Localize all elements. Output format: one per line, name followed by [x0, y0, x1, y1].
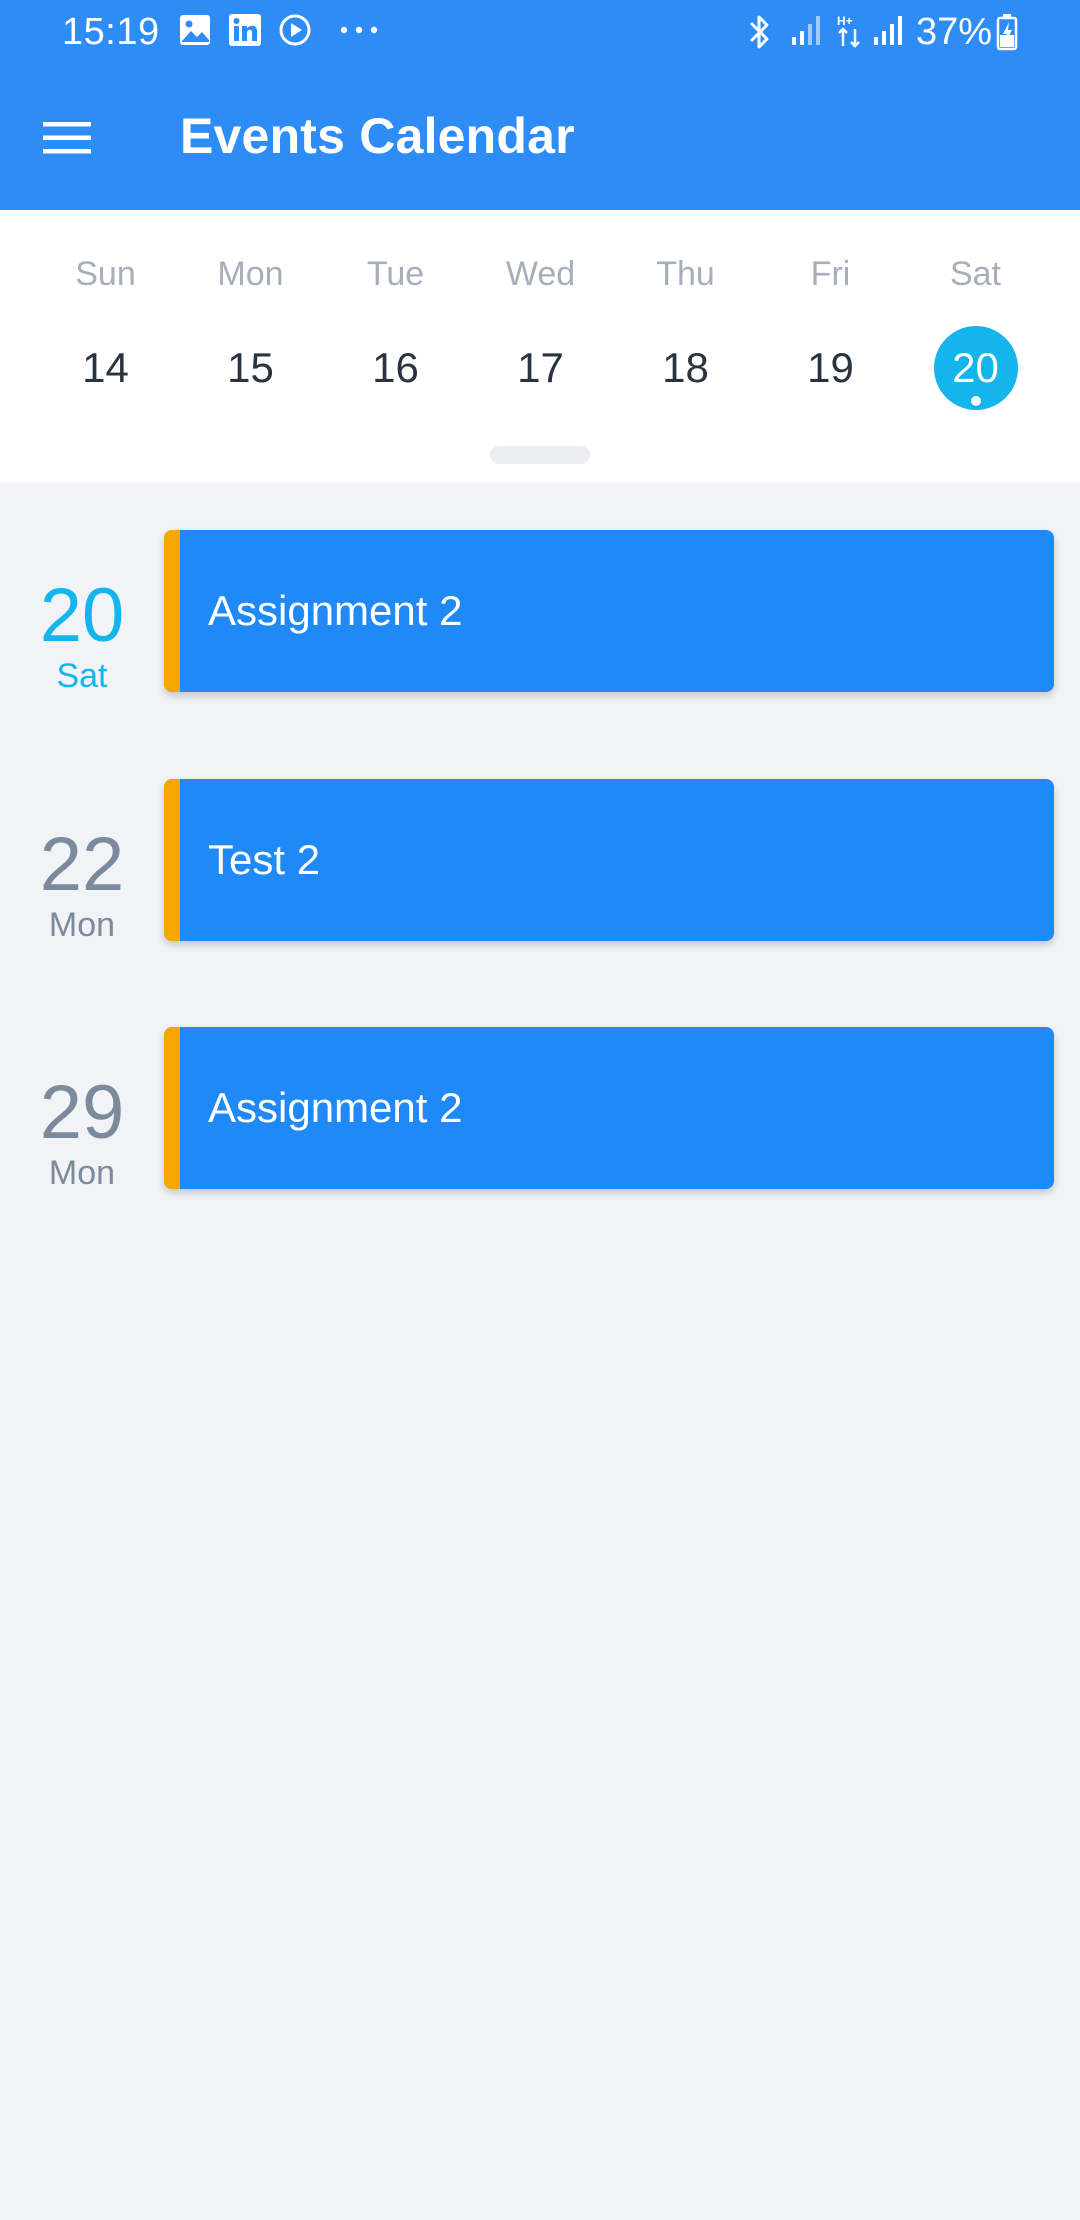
agenda-date-day: Mon: [48, 1154, 116, 1192]
event-title: Assignment 2: [208, 1084, 463, 1131]
event-accent-bar: [164, 1027, 180, 1189]
day-sun[interactable]: Sun 14: [33, 210, 178, 450]
agenda-row: 22 Mon Test 2: [0, 779, 1080, 944]
agenda-date: 20 Sat: [12, 576, 152, 696]
agenda-row: 20 Sat Assignment 2: [0, 530, 1080, 695]
agenda-date-day: Mon: [48, 906, 116, 944]
event-title: Assignment 2: [208, 587, 463, 634]
day-fri[interactable]: Fri 19: [758, 210, 903, 450]
status-time: 15:19: [62, 11, 160, 53]
more-dots-icon: [340, 26, 378, 34]
day-name: Sat: [949, 255, 1002, 293]
agenda-date-number: 29: [39, 1070, 125, 1155]
day-mon[interactable]: Mon 15: [178, 210, 323, 450]
data-arrows-icon: H+: [837, 14, 860, 48]
app-header: 15:19 H+ 37% Events Calendar: [0, 0, 1080, 210]
day-number: 17: [517, 344, 564, 391]
day-wed[interactable]: Wed 17: [468, 210, 613, 450]
gallery-icon: [180, 15, 210, 45]
event-accent-bar: [164, 779, 180, 941]
agenda-date-number: 22: [39, 822, 125, 907]
day-name: Sun: [75, 255, 136, 293]
hamburger-menu-icon: [43, 122, 91, 154]
signal-icon: [874, 16, 902, 45]
day-number: 16: [372, 344, 419, 391]
agenda-row: 29 Mon Assignment 2: [0, 1027, 1080, 1192]
day-thu[interactable]: Thu 18: [613, 210, 758, 450]
week-strip: Sun 14 Mon 15 Tue 16 Wed 17 Thu 18 Fri 1…: [0, 210, 1080, 482]
app-title: Events Calendar: [180, 108, 575, 164]
battery-icon: [996, 14, 1018, 51]
day-number: 18: [662, 344, 709, 391]
day-sat[interactable]: Sat 20: [903, 210, 1048, 450]
svg-text:H+: H+: [837, 14, 853, 28]
play-icon: [279, 14, 311, 46]
day-number: 19: [807, 344, 854, 391]
day-number: 14: [82, 344, 129, 391]
menu-button[interactable]: [24, 94, 112, 182]
event-card[interactable]: Test 2: [164, 779, 1054, 941]
battery-percentage: 37%: [916, 11, 993, 53]
event-card[interactable]: Assignment 2: [164, 530, 1054, 692]
expand-drag-handle[interactable]: [490, 446, 590, 464]
linkedin-icon: [229, 14, 261, 46]
agenda-date: 22 Mon: [12, 825, 152, 945]
day-name: Wed: [505, 255, 576, 293]
bluetooth-icon: [749, 15, 769, 49]
day-name: Thu: [656, 255, 715, 293]
event-indicator-dot: [970, 396, 981, 406]
day-name: Mon: [217, 255, 284, 293]
day-number: 15: [227, 344, 274, 391]
day-name: Tue: [366, 255, 425, 293]
event-card[interactable]: Assignment 2: [164, 1027, 1054, 1189]
event-title: Test 2: [208, 836, 321, 883]
event-accent-bar: [164, 530, 180, 692]
day-tue[interactable]: Tue 16: [323, 210, 468, 450]
day-name: Fri: [810, 255, 851, 293]
agenda-date-day: Sat: [56, 657, 108, 695]
agenda-date: 29 Mon: [12, 1073, 152, 1193]
agenda-date-number: 20: [39, 573, 125, 658]
status-bar: 15:19 H+ 37%: [0, 0, 1080, 66]
signal-icon: [792, 16, 820, 45]
app-bar: Events Calendar: [0, 66, 1080, 210]
